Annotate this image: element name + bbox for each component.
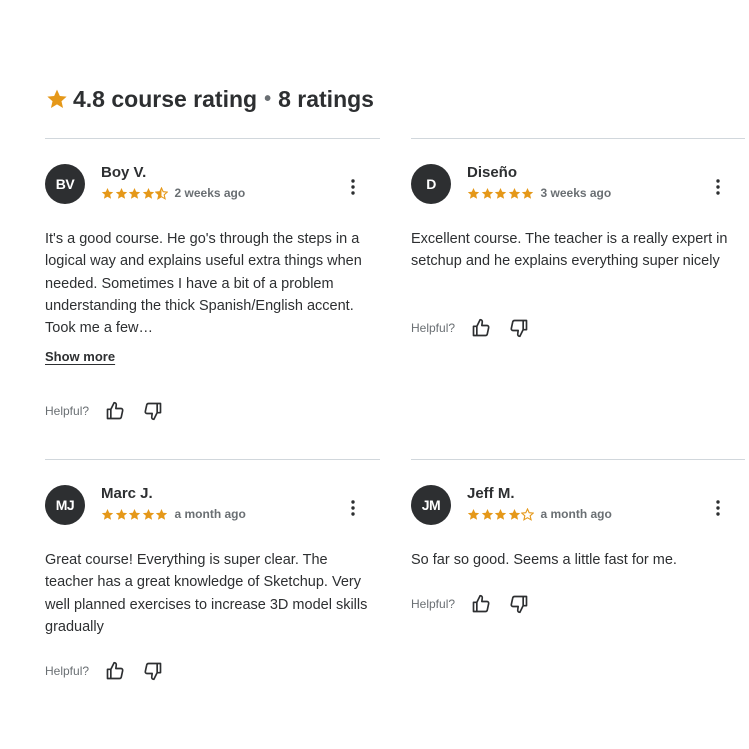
review-meta: 3 weeks ago xyxy=(467,186,611,200)
review-card: D Diseño 3 weeks ago Excellent course. T… xyxy=(411,138,745,439)
star-filled-icon xyxy=(128,187,141,199)
more-options-button[interactable] xyxy=(346,498,360,518)
star-filled-icon xyxy=(494,508,507,520)
star-filled-icon xyxy=(508,508,520,520)
star-filled-icon xyxy=(521,187,534,199)
star-rating xyxy=(101,186,169,200)
star-filled-icon xyxy=(142,187,154,199)
star-filled-icon xyxy=(128,508,141,520)
review-meta: 2 weeks ago xyxy=(101,186,245,200)
avatar: D xyxy=(411,164,451,204)
reviews-page: 4.8 course rating • 8 ratings BV Boy V. … xyxy=(0,0,749,749)
reviewer-name: Jeff M. xyxy=(467,485,515,502)
helpful-row: Helpful? xyxy=(411,594,529,614)
reviewer-name: Boy V. xyxy=(101,164,147,181)
helpful-label: Helpful? xyxy=(45,404,90,418)
review-date: a month ago xyxy=(174,507,246,521)
ratings-count: 8 ratings xyxy=(278,85,374,112)
more-options-button[interactable] xyxy=(346,177,360,197)
star-filled-icon xyxy=(101,187,114,199)
thumbs-down-icon xyxy=(144,402,162,421)
thumbs-down-button[interactable] xyxy=(509,318,529,338)
star-half-icon xyxy=(155,186,168,200)
star-rating xyxy=(467,507,535,521)
star-filled-icon xyxy=(115,508,127,520)
thumbs-down-button[interactable] xyxy=(143,661,163,681)
helpful-label: Helpful? xyxy=(411,597,456,611)
more-vertical-icon xyxy=(716,500,720,516)
helpful-row: Helpful? xyxy=(45,661,163,681)
star-filled-icon xyxy=(155,508,168,520)
star-filled-icon xyxy=(508,187,520,199)
review-meta: a month ago xyxy=(101,507,246,521)
helpful-label: Helpful? xyxy=(411,321,456,335)
helpful-row: Helpful? xyxy=(45,401,163,421)
thumbs-up-button[interactable] xyxy=(105,661,125,681)
helpful-label: Helpful? xyxy=(45,664,90,678)
avatar: BV xyxy=(45,164,85,204)
review-meta: a month ago xyxy=(467,507,612,521)
star-filled-icon xyxy=(481,187,493,199)
more-vertical-icon xyxy=(351,179,355,195)
star-filled-icon xyxy=(115,187,127,199)
more-vertical-icon xyxy=(716,179,720,195)
review-text: So far so good. Seems a little fast for … xyxy=(411,552,677,568)
thumbs-down-button[interactable] xyxy=(509,594,529,614)
more-vertical-icon xyxy=(351,500,355,516)
separator-dot: • xyxy=(264,87,272,110)
review-text: Excellent course. The teacher is a reall… xyxy=(411,231,728,270)
star-filled-icon xyxy=(481,508,493,520)
star-rating xyxy=(467,187,535,200)
star-filled-icon xyxy=(467,508,480,520)
star-filled-icon xyxy=(142,508,154,520)
avatar: MJ xyxy=(45,485,85,525)
review-card: BV Boy V. 2 weeks ago It's a good course… xyxy=(45,138,380,439)
reviewer-name: Marc J. xyxy=(101,485,153,502)
review-date: 2 weeks ago xyxy=(174,186,246,200)
thumbs-down-icon xyxy=(510,595,528,614)
thumbs-down-icon xyxy=(144,662,162,681)
review-date: 3 weeks ago xyxy=(540,186,612,200)
thumbs-up-icon xyxy=(472,594,490,613)
star-empty-icon xyxy=(521,507,534,521)
thumbs-up-icon xyxy=(106,661,124,680)
review-text: Great course! Everything is super clear.… xyxy=(45,552,368,635)
star-filled-icon xyxy=(101,508,114,520)
thumbs-up-button[interactable] xyxy=(105,401,125,421)
thumbs-down-button[interactable] xyxy=(143,401,163,421)
review-date: a month ago xyxy=(540,507,612,521)
show-more-button[interactable]: Show more xyxy=(45,349,115,364)
thumbs-up-button[interactable] xyxy=(471,594,491,614)
more-options-button[interactable] xyxy=(711,177,725,197)
thumbs-up-icon xyxy=(472,318,490,337)
star-rating xyxy=(101,508,169,521)
avatar: JM xyxy=(411,485,451,525)
rating-summary: 4.8 course rating • 8 ratings xyxy=(46,84,374,114)
thumbs-down-icon xyxy=(510,319,528,338)
course-rating-text: 4.8 course rating xyxy=(73,85,258,112)
review-text: It's a good course. He go's through the … xyxy=(45,231,362,337)
star-filled-icon xyxy=(494,187,507,199)
review-card: MJ Marc J. a month ago Great course! Eve… xyxy=(45,459,380,720)
reviewer-name: Diseño xyxy=(467,164,518,181)
helpful-row: Helpful? xyxy=(411,318,529,338)
star-icon xyxy=(46,88,68,110)
more-options-button[interactable] xyxy=(711,498,725,518)
thumbs-up-icon xyxy=(106,401,124,420)
thumbs-up-button[interactable] xyxy=(471,318,491,338)
star-filled-icon xyxy=(467,187,480,199)
review-card: JM Jeff M. a month ago So far so good. S… xyxy=(411,459,745,720)
